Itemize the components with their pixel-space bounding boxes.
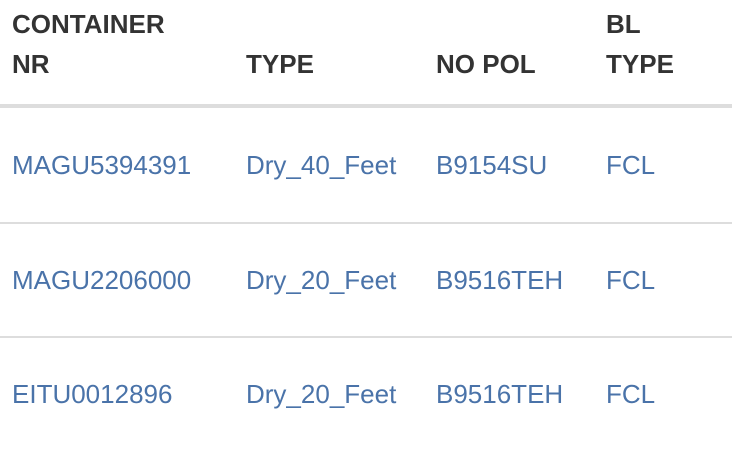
container-nr-link[interactable]: MAGU5394391	[12, 150, 191, 180]
no-pol-link[interactable]: B9154SU	[436, 150, 547, 180]
cell-type: Dry_40_Feet	[234, 106, 424, 223]
cell-container-nr: MAGU5394391	[0, 106, 234, 223]
header-bl-type-line2: TYPE	[606, 49, 674, 79]
type-link[interactable]: Dry_20_Feet	[246, 379, 396, 409]
table-header: CONTAINER NR TYPE NO POL BL TYPE	[0, 0, 732, 108]
no-pol-link[interactable]: B9516TEH	[436, 379, 563, 409]
type-link[interactable]: Dry_20_Feet	[246, 265, 396, 295]
container-nr-link[interactable]: MAGU2206000	[12, 265, 191, 295]
table-row: MAGU5394391 Dry_40_Feet B9154SU FCL	[0, 106, 732, 223]
header-container-nr: CONTAINER NR	[0, 0, 234, 108]
header-container-nr-line1: CONTAINER	[12, 9, 165, 39]
cell-container-nr: EITU0012896	[0, 336, 234, 450]
cell-no-pol: B9516TEH	[424, 336, 594, 450]
cell-bl-type: FCL	[594, 222, 732, 337]
header-row: CONTAINER NR TYPE NO POL BL TYPE	[0, 0, 732, 108]
cell-bl-type: FCL	[594, 336, 732, 450]
table-body: MAGU5394391 Dry_40_Feet B9154SU FCL MAGU…	[0, 106, 732, 450]
header-bl-type-line1: BL	[606, 9, 641, 39]
cell-container-nr: MAGU2206000	[0, 222, 234, 337]
cell-no-pol: B9516TEH	[424, 222, 594, 337]
header-no-pol-label: NO POL	[436, 49, 536, 79]
table-row: EITU0012896 Dry_20_Feet B9516TEH FCL	[0, 336, 732, 450]
bl-type-link[interactable]: FCL	[606, 150, 655, 180]
type-link[interactable]: Dry_40_Feet	[246, 150, 396, 180]
cell-no-pol: B9154SU	[424, 106, 594, 223]
cell-type: Dry_20_Feet	[234, 336, 424, 450]
bl-type-link[interactable]: FCL	[606, 265, 655, 295]
container-nr-link[interactable]: EITU0012896	[12, 379, 172, 409]
header-type-label: TYPE	[246, 49, 314, 79]
header-type: TYPE	[234, 0, 424, 108]
bl-type-link[interactable]: FCL	[606, 379, 655, 409]
cell-bl-type: FCL	[594, 106, 732, 223]
header-container-nr-line2: NR	[12, 49, 50, 79]
no-pol-link[interactable]: B9516TEH	[436, 265, 563, 295]
header-no-pol: NO POL	[424, 0, 594, 108]
container-table: CONTAINER NR TYPE NO POL BL TYPE MAGU539…	[0, 0, 732, 450]
cell-type: Dry_20_Feet	[234, 222, 424, 337]
header-bl-type: BL TYPE	[594, 0, 732, 108]
table-row: MAGU2206000 Dry_20_Feet B9516TEH FCL	[0, 222, 732, 337]
